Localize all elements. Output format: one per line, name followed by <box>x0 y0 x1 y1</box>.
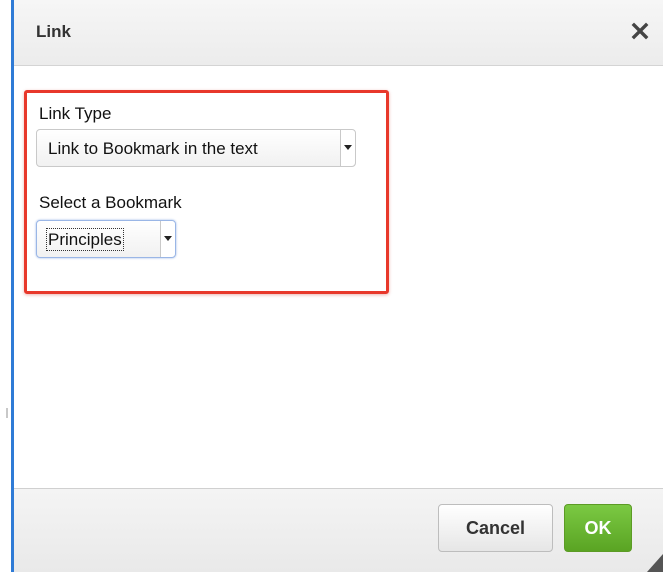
close-icon <box>631 22 649 40</box>
link-type-selected-value: Link to Bookmark in the text <box>48 139 258 158</box>
close-button[interactable] <box>629 20 651 42</box>
cancel-button[interactable]: Cancel <box>438 504 553 552</box>
background-edge <box>0 0 10 572</box>
bookmark-dropdown-toggle[interactable] <box>160 221 175 257</box>
bookmark-select[interactable]: Principles <box>36 220 176 258</box>
caret-down-icon <box>164 236 172 241</box>
caret-down-icon <box>344 145 352 150</box>
page: Link Link Type Link to Bookmark in the t… <box>0 0 663 572</box>
resize-grip-icon <box>647 554 663 572</box>
bookmark-label: Select a Bookmark <box>39 193 182 212</box>
link-type-select[interactable]: Link to Bookmark in the text <box>36 129 356 167</box>
link-type-label: Link Type <box>39 104 112 123</box>
resize-grip[interactable] <box>647 552 663 572</box>
dialog-title: Link <box>36 22 71 41</box>
dialog-titlebar[interactable]: Link <box>14 0 663 66</box>
bookmark-selected-text: Principles <box>46 228 124 251</box>
link-dialog: Link Link Type Link to Bookmark in the t… <box>11 0 663 572</box>
dialog-footer: Cancel OK <box>14 488 663 572</box>
edge-marker <box>6 408 8 418</box>
bookmark-selected-value: Principles <box>46 228 124 251</box>
link-type-dropdown-toggle[interactable] <box>340 130 355 166</box>
ok-button[interactable]: OK <box>564 504 632 552</box>
